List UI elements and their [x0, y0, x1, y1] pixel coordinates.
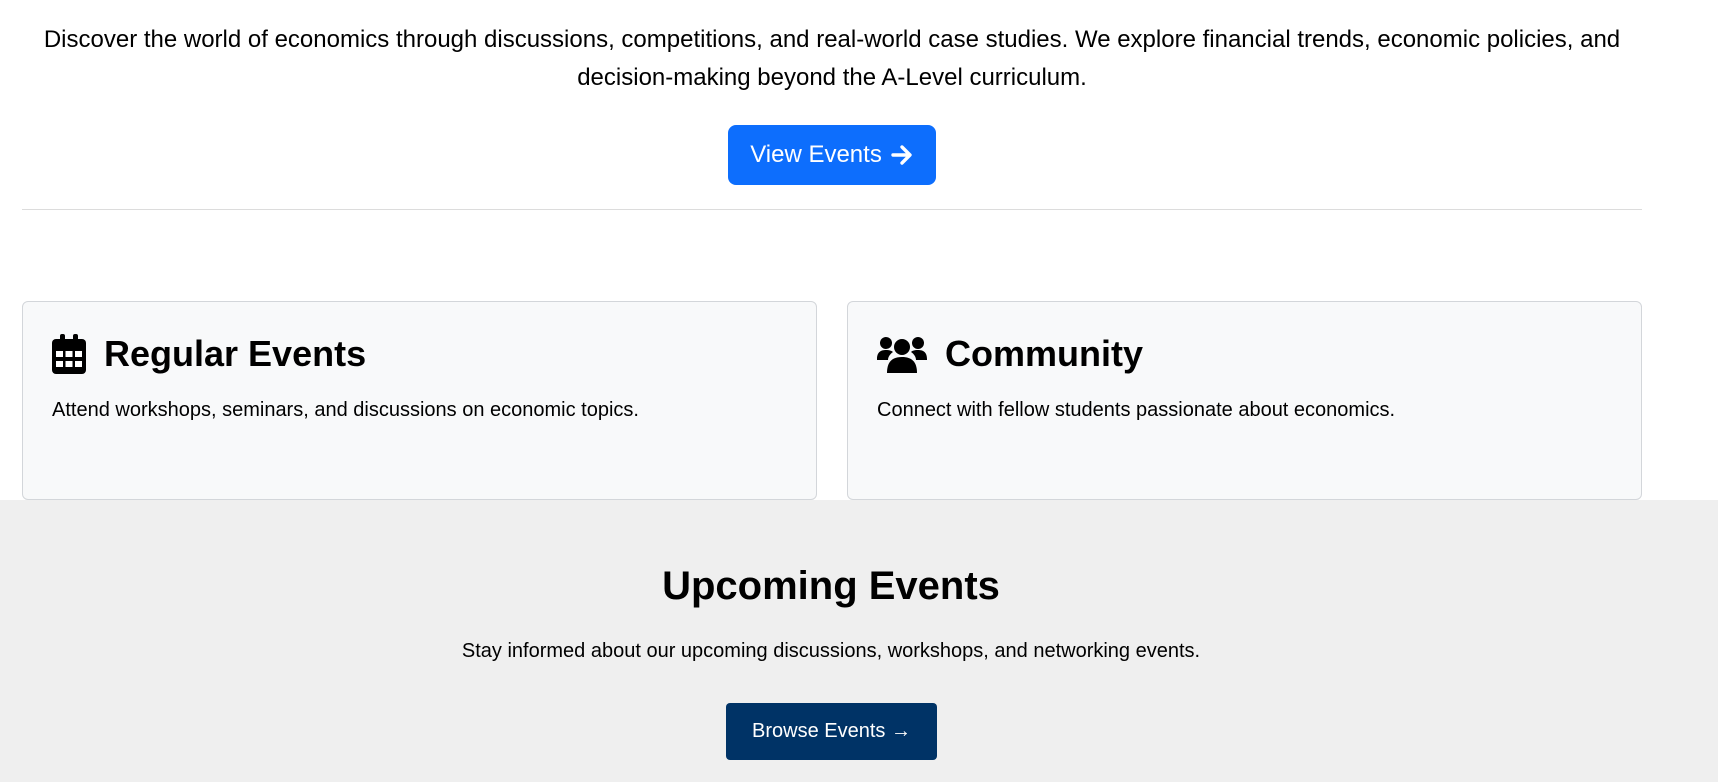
section-divider: [22, 209, 1642, 210]
feature-card-text: Attend workshops, seminars, and discussi…: [52, 399, 639, 421]
feature-card-text: Connect with fellow students passionate …: [877, 399, 1396, 421]
users-icon: [877, 337, 927, 373]
upcoming-events-title: Upcoming Events: [662, 564, 1000, 608]
upcoming-events-section: Upcoming Events Stay informed about our …: [0, 500, 1718, 782]
arrow-right-icon: [891, 145, 912, 165]
feature-card-community: Community Connect with fellow students p…: [847, 301, 1642, 500]
feature-card-title: Community: [945, 333, 1143, 374]
page: Discover the world of economics through …: [0, 0, 1718, 782]
feature-card-regular-events: Regular Events Attend workshops, seminar…: [22, 301, 817, 500]
view-events-button[interactable]: View Events: [728, 125, 936, 185]
feature-card-header: Regular Events: [52, 332, 366, 376]
view-events-label: View Events: [750, 141, 882, 168]
hero-section: Discover the world of economics through …: [22, 0, 1642, 212]
hero-description: Discover the world of economics through …: [43, 26, 1621, 91]
browse-events-button[interactable]: Browse Events →: [726, 703, 937, 760]
feature-card-title: Regular Events: [104, 333, 367, 374]
calendar-icon: [52, 334, 86, 374]
feature-card-header: Community: [877, 332, 1143, 376]
upcoming-events-subtitle: Stay informed about our upcoming discuss…: [461, 640, 1201, 662]
